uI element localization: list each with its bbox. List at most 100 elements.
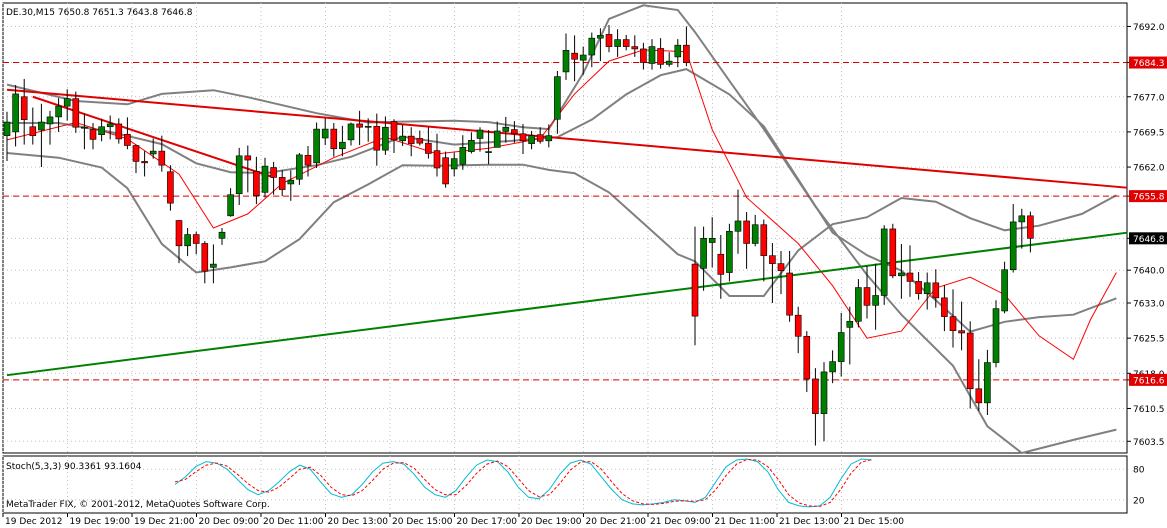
stoch-level-label: 80 [1133, 466, 1145, 476]
candle-body [949, 316, 957, 331]
candle-body [46, 116, 54, 125]
candle-body [235, 155, 243, 195]
candle-body [493, 130, 501, 148]
ohlc-values: 7650.8 7651.3 7643.8 7646.8 [58, 8, 193, 18]
candle-body [528, 135, 535, 144]
candle-body [227, 194, 234, 217]
candle-body [631, 46, 639, 50]
candle-body [184, 234, 191, 247]
candle-body [683, 44, 690, 63]
candle-body [158, 150, 166, 166]
candle-body [777, 263, 785, 271]
candle-body [270, 167, 277, 178]
candle-body [554, 76, 561, 120]
time-tick-label: 19 Dec 2012 [5, 517, 63, 527]
candle-body [468, 140, 475, 152]
time-tick-label: 20 Dec 19:00 [521, 517, 582, 527]
candle-body [562, 50, 570, 73]
candle-body [81, 126, 88, 129]
candle-body [640, 48, 647, 63]
price-chart[interactable]: 80 20 7692.0 7684.3 7677.0 7669.5 7662.0 7655.… [0, 0, 1167, 528]
candle-body [958, 330, 965, 334]
candle-body [382, 126, 389, 151]
time-tick-label: 19 Dec 21:00 [134, 517, 195, 527]
candle-body [579, 54, 587, 61]
candle-body [63, 98, 71, 107]
time-tick-label: 19 Dec 19:00 [70, 517, 131, 527]
price-tick-label: 7640.0 [1133, 267, 1165, 277]
current-price-label: 7646.8 [1133, 235, 1165, 245]
candle-body [485, 151, 492, 153]
time-tick-label: 20 Dec 13:00 [328, 517, 389, 527]
time-tick-label: 21 Dec 15:00 [844, 517, 905, 527]
candle-body [691, 263, 699, 317]
candle-body [12, 93, 19, 133]
candle-body [812, 378, 819, 414]
candle-body [339, 141, 346, 150]
candle-body [278, 177, 286, 190]
symbol-title: DE.30,M15 7650.8 7651.3 7643.8 7646.8 [6, 8, 193, 18]
level-tag-label: 7655.8 [1133, 193, 1165, 203]
stoch-level-label: 20 [1133, 496, 1145, 506]
time-tick-label: 21 Dec 13:00 [779, 517, 840, 527]
candle-body [141, 161, 148, 164]
time-tick-label: 21 Dec 09:00 [650, 517, 711, 527]
time-tick-label: 20 Dec 11:00 [263, 517, 324, 527]
candle-body [829, 361, 836, 373]
candle-body [20, 96, 28, 121]
time-tick-label: 20 Dec 09:00 [199, 517, 260, 527]
candle-body [743, 220, 750, 244]
candle-body [244, 155, 252, 161]
candle-body [442, 157, 449, 185]
symbol-label: DE.30,M15 [6, 8, 55, 18]
candle-body [975, 388, 983, 404]
level-tag-label: 7684.3 [1133, 59, 1165, 69]
candle-body [124, 133, 131, 146]
candle-body [72, 98, 80, 128]
candle-body [201, 243, 209, 272]
candle-body [132, 145, 140, 162]
candle-body [511, 129, 518, 135]
candle-body [794, 314, 802, 337]
candle-body [915, 281, 922, 294]
candle-body [837, 332, 845, 362]
candle-body [210, 263, 217, 268]
candle-body [175, 220, 183, 247]
price-tick-label: 7677.0 [1133, 93, 1165, 103]
candle-body [760, 224, 768, 256]
candle-body [167, 171, 174, 204]
candle-body [106, 123, 114, 128]
candle-body [932, 282, 940, 299]
candle-body [433, 150, 441, 169]
candle-body [966, 332, 974, 390]
candle-body [855, 287, 862, 322]
candle-body [923, 282, 931, 294]
candle-body [1009, 221, 1017, 271]
candle-body [708, 238, 716, 243]
candle-body [674, 44, 682, 58]
candle-body [941, 297, 948, 317]
candle-body [846, 320, 854, 328]
candle-body [364, 125, 372, 128]
candle-body [622, 39, 630, 47]
candle-body [984, 362, 991, 404]
candle-body [769, 255, 776, 264]
time-tick-label: 20 Dec 15:00 [392, 517, 453, 527]
price-tick-label: 7669.5 [1133, 128, 1165, 138]
candle-body [726, 230, 733, 273]
time-tick-label: 20 Dec 17:00 [457, 517, 518, 527]
candle-body [889, 228, 897, 277]
candle-body [648, 46, 656, 64]
candle-body [665, 60, 673, 65]
candle-body [29, 126, 37, 136]
candle-body [304, 155, 312, 166]
candle-body [786, 272, 793, 316]
candle-body [657, 48, 664, 65]
candle-body [287, 179, 295, 185]
candle-body [700, 238, 707, 269]
candle-body [519, 133, 527, 142]
candle-body [571, 52, 578, 60]
candle-body [390, 121, 398, 141]
candle-body [588, 37, 596, 56]
candle-body [545, 135, 553, 142]
